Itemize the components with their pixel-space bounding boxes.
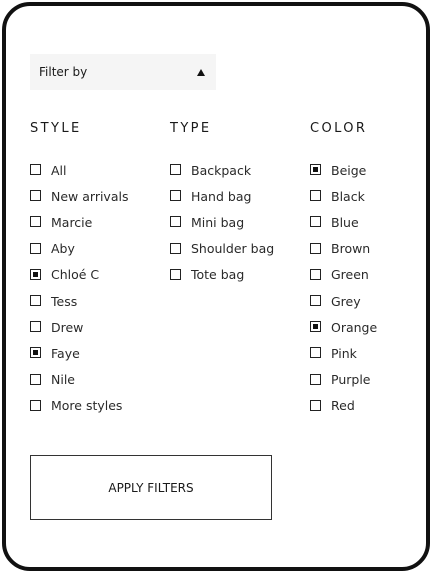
type-option[interactable]: Backpack [170,157,274,183]
type-heading: TYPE [170,121,212,136]
checkbox[interactable] [30,216,41,228]
checkbox[interactable] [30,190,41,202]
color-options: Beige Black Blue Brown Green Grey Orange Pink Pu… [310,157,377,419]
color-option-label: Purple [331,372,371,388]
color-option[interactable]: Red [310,393,377,419]
checkbox[interactable] [30,268,41,280]
color-option[interactable]: Brown [310,236,377,262]
checkbox[interactable] [310,164,321,176]
style-option[interactable]: Faye [30,340,128,366]
checkbox[interactable] [30,399,41,411]
style-option[interactable]: Marcie [30,209,128,235]
checkbox[interactable] [310,190,321,202]
color-option-label: Orange [331,319,378,335]
style-option[interactable]: All [30,157,128,183]
style-option-label: Chloé C [51,267,100,283]
style-option-label: Aby [51,241,75,257]
checkbox[interactable] [310,347,321,359]
checkbox[interactable] [170,268,181,280]
style-option-label: Drew [51,319,84,335]
style-option[interactable]: Chloé C [30,262,128,288]
color-option-label: Grey [331,293,361,309]
type-option[interactable]: Tote bag [170,262,274,288]
type-option-label: Tote bag [191,267,245,283]
style-options: All New arrivals Marcie Aby Chloé C Tess Drew F… [30,157,128,419]
type-column: TYPE Backpack Hand bag Mini bag Shoulder ba… [170,120,274,288]
style-option[interactable]: Nile [30,367,128,393]
color-option[interactable]: Grey [310,288,377,314]
checkbox[interactable] [310,295,321,307]
checkbox[interactable] [30,321,41,333]
checkbox[interactable] [310,321,321,333]
color-option[interactable]: Orange [310,314,377,340]
color-option[interactable]: Black [310,183,377,209]
type-option[interactable]: Mini bag [170,209,274,235]
style-option-label: Tess [51,293,78,309]
color-option-label: Blue [331,214,359,230]
filter-by-dropdown[interactable]: Filter by [30,54,216,90]
color-option-label: Red [331,398,355,414]
style-option-label: Nile [51,372,75,388]
checkbox[interactable] [30,295,41,307]
color-option[interactable]: Pink [310,340,377,366]
color-option[interactable]: Blue [310,209,377,235]
color-option-label: Brown [331,241,371,257]
checkbox[interactable] [310,373,321,385]
style-option[interactable]: More styles [30,393,128,419]
style-option[interactable]: Tess [30,288,128,314]
filter-by-label: Filter by [39,65,88,79]
style-option[interactable]: New arrivals [30,183,128,209]
style-heading: STYLE [30,121,82,136]
checkbox[interactable] [170,190,181,202]
checkbox[interactable] [310,216,321,228]
arrow-up-icon [197,68,205,76]
color-option-label: Pink [331,345,357,361]
checkbox[interactable] [310,268,321,280]
checkbox[interactable] [170,216,181,228]
style-option-label: Marcie [51,214,93,230]
checkbox[interactable] [30,164,41,176]
color-heading: COLOR [310,121,368,136]
checkbox[interactable] [30,242,41,254]
color-option-label: Beige [331,162,367,178]
checkbox[interactable] [170,242,181,254]
checkbox[interactable] [30,373,41,385]
apply-filters-button[interactable]: APPLY FILTERS [30,455,272,520]
filter-panel: Filter by STYLE All New arrivals Marcie Aby… [2,2,430,571]
color-option[interactable]: Purple [310,367,377,393]
checkbox[interactable] [310,399,321,411]
type-option-label: Backpack [191,162,252,178]
color-column: COLOR Beige Black Blue Brown Green Grey Orange… [310,120,377,419]
style-option-label: More styles [51,398,123,414]
style-option[interactable]: Aby [30,236,128,262]
type-option[interactable]: Shoulder bag [170,236,274,262]
color-option[interactable]: Green [310,262,377,288]
color-option-label: Green [331,267,369,283]
style-option[interactable]: Drew [30,314,128,340]
color-option[interactable]: Beige [310,157,377,183]
checkbox[interactable] [170,164,181,176]
type-options: Backpack Hand bag Mini bag Shoulder bag Tote… [170,157,274,288]
color-option-label: Black [331,188,365,204]
type-option[interactable]: Hand bag [170,183,274,209]
style-column: STYLE All New arrivals Marcie Aby Chloé C Tes… [30,120,128,419]
style-option-label: All [51,162,67,178]
checkbox[interactable] [310,242,321,254]
style-option-label: New arrivals [51,188,129,204]
style-option-label: Faye [51,345,80,361]
type-option-label: Shoulder bag [191,241,275,257]
type-option-label: Mini bag [191,214,245,230]
type-option-label: Hand bag [191,188,252,204]
checkbox[interactable] [30,347,41,359]
